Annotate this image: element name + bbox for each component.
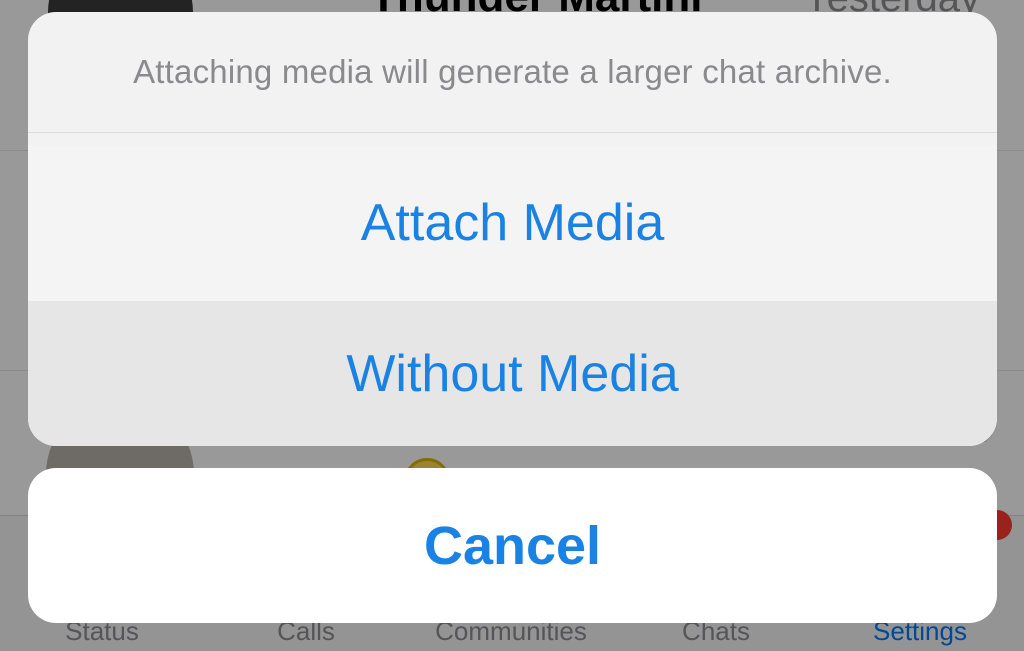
action-sheet: Attaching media will generate a larger c… bbox=[28, 12, 997, 446]
without-media-button[interactable]: Without Media bbox=[28, 301, 997, 446]
action-sheet-message: Attaching media will generate a larger c… bbox=[28, 12, 997, 133]
attach-media-button[interactable]: Attach Media bbox=[28, 145, 997, 301]
cancel-button[interactable]: Cancel bbox=[28, 468, 997, 623]
